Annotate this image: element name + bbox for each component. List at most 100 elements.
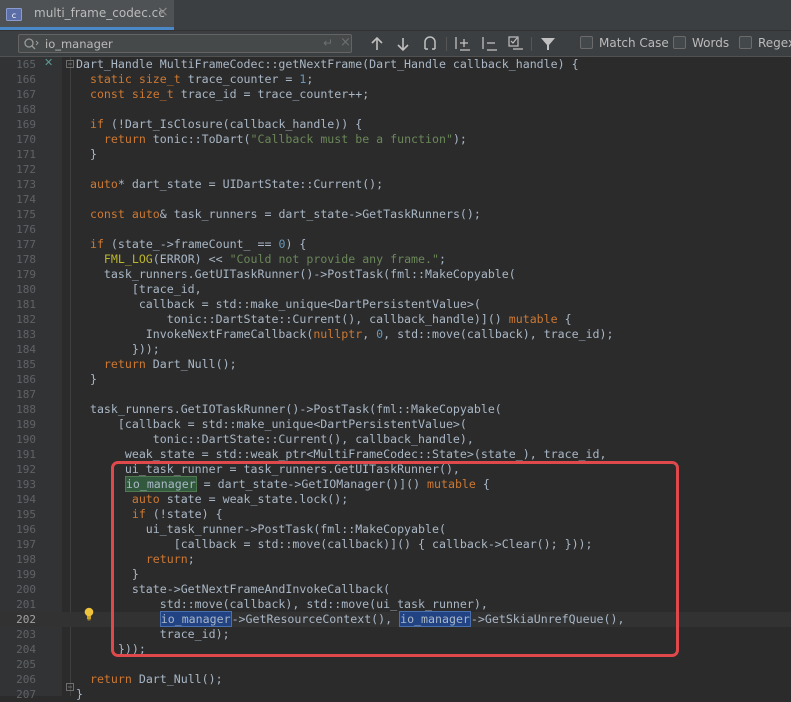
code-line[interactable]: 170 return tonic::ToDart("Callback must … bbox=[0, 132, 791, 147]
line-number: 196 bbox=[16, 523, 36, 536]
code-line[interactable]: 186 } bbox=[0, 372, 791, 387]
code-line[interactable]: 205 bbox=[0, 657, 791, 672]
code-line[interactable]: 179 task_runners.GetUITaskRunner()->Post… bbox=[0, 267, 791, 282]
code-text: FML_LOG(ERROR) << "Could not provide any… bbox=[103, 252, 446, 266]
code-line[interactable]: 187 bbox=[0, 387, 791, 402]
code-line[interactable]: 185 return Dart_Null(); bbox=[0, 357, 791, 372]
code-line[interactable]: 171 } bbox=[0, 147, 791, 162]
code-text: const size_t trace_id = trace_counter++; bbox=[89, 87, 370, 101]
code-line[interactable]: 207} bbox=[0, 687, 791, 702]
search-box[interactable]: ↵ × bbox=[18, 34, 352, 53]
fold-marker-icon[interactable] bbox=[66, 683, 74, 691]
find-bar: ↵ × Match Case Words Regex bbox=[0, 31, 791, 57]
line-number: 169 bbox=[16, 118, 36, 131]
code-text: return Dart_Null(); bbox=[89, 672, 223, 686]
file-tab[interactable]: c multi_frame_codec.cc × bbox=[0, 0, 174, 30]
filter-icon[interactable] bbox=[540, 35, 556, 53]
code-line[interactable]: 190 tonic::DartState::Current(), callbac… bbox=[0, 432, 791, 447]
file-tab-label: multi_frame_codec.cc bbox=[34, 6, 165, 20]
line-number: 200 bbox=[16, 583, 36, 596]
line-number: 193 bbox=[16, 478, 36, 491]
match-case-label: Match Case bbox=[599, 36, 669, 50]
line-number: 207 bbox=[16, 688, 36, 701]
code-line[interactable]: 173 auto* dart_state = UIDartState::Curr… bbox=[0, 177, 791, 192]
line-number: 181 bbox=[16, 298, 36, 311]
add-occurrence-icon[interactable] bbox=[454, 35, 472, 53]
find-all-icon[interactable] bbox=[422, 35, 438, 53]
editor-tab-bar: c multi_frame_codec.cc × bbox=[0, 0, 791, 31]
line-number: 170 bbox=[16, 133, 36, 146]
close-tab-icon[interactable]: × bbox=[157, 4, 169, 20]
line-number: 185 bbox=[16, 358, 36, 371]
highlight-annotation-box bbox=[111, 461, 679, 657]
code-line[interactable]: 182 tonic::DartState::Current(), callbac… bbox=[0, 312, 791, 327]
remove-occurrence-icon[interactable] bbox=[481, 35, 499, 53]
match-case-checkbox[interactable] bbox=[580, 36, 593, 49]
code-line[interactable]: 178 FML_LOG(ERROR) << "Could not provide… bbox=[0, 252, 791, 267]
line-number: 186 bbox=[16, 373, 36, 386]
toolbar-separator bbox=[446, 37, 447, 51]
line-number: 192 bbox=[16, 463, 36, 476]
regex-label: Regex bbox=[758, 36, 791, 50]
regex-checkbox[interactable] bbox=[739, 36, 752, 49]
code-text: return Dart_Null(); bbox=[103, 357, 237, 371]
code-text: tonic::DartState::Current(), callback_ha… bbox=[76, 312, 572, 326]
code-line[interactable]: 165 Dart_Handle MultiFrameCodec::getNextF… bbox=[0, 57, 791, 72]
code-line[interactable]: 183 InvokeNextFrameCallback(nullptr, 0, … bbox=[0, 327, 791, 342]
code-line[interactable]: 184 })); bbox=[0, 342, 791, 357]
code-line[interactable]: 169 if (!Dart_IsClosure(callback_handle)… bbox=[0, 117, 791, 132]
code-line[interactable]: 180 [trace_id, bbox=[0, 282, 791, 297]
words-label: Words bbox=[692, 36, 730, 50]
code-line[interactable]: 181 callback = std::make_unique<DartPers… bbox=[0, 297, 791, 312]
fold-marker-icon[interactable] bbox=[66, 60, 74, 68]
line-number: 206 bbox=[16, 673, 36, 686]
code-line[interactable]: 168 bbox=[0, 102, 791, 117]
code-line[interactable]: 206 return Dart_Null(); bbox=[0, 672, 791, 687]
code-line[interactable]: 188 task_runners.GetIOTaskRunner()->Post… bbox=[0, 402, 791, 417]
line-number: 199 bbox=[16, 568, 36, 581]
newline-icon[interactable]: ↵ bbox=[323, 36, 333, 50]
code-text: [callback = std::make_unique<DartPersist… bbox=[76, 417, 467, 431]
next-occurrence-icon[interactable] bbox=[396, 35, 410, 53]
code-text: static size_t trace_counter = 1; bbox=[89, 72, 314, 86]
code-text: auto* dart_state = UIDartState::Current(… bbox=[89, 177, 384, 191]
line-number: 179 bbox=[16, 268, 36, 281]
line-number: 205 bbox=[16, 658, 36, 671]
line-number: 183 bbox=[16, 328, 36, 341]
code-text: } bbox=[76, 372, 97, 386]
code-text: if (!Dart_IsClosure(callback_handle)) { bbox=[89, 117, 363, 131]
code-text: tonic::DartState::Current(), callback_ha… bbox=[76, 432, 474, 446]
code-line[interactable]: 175 const auto& task_runners = dart_stat… bbox=[0, 207, 791, 222]
code-line[interactable]: 174 bbox=[0, 192, 791, 207]
code-text: if (state_->frameCount_ == 0) { bbox=[89, 237, 307, 251]
code-text: [trace_id, bbox=[76, 282, 202, 296]
line-number: 177 bbox=[16, 238, 36, 251]
line-number: 174 bbox=[16, 193, 36, 206]
code-line[interactable]: 167 const size_t trace_id = trace_counte… bbox=[0, 87, 791, 102]
code-text: task_runners.GetIOTaskRunner()->PostTask… bbox=[76, 402, 502, 416]
svg-text:c: c bbox=[12, 11, 16, 20]
words-checkbox[interactable] bbox=[673, 36, 686, 49]
line-number: 191 bbox=[16, 448, 36, 461]
line-number: 182 bbox=[16, 313, 36, 326]
line-number: 175 bbox=[16, 208, 36, 221]
code-line[interactable]: 176 bbox=[0, 222, 791, 237]
clear-search-icon[interactable]: × bbox=[340, 35, 351, 50]
select-all-occurrences-icon[interactable] bbox=[507, 35, 525, 53]
search-input[interactable] bbox=[45, 36, 315, 51]
code-line[interactable]: 189 [callback = std::make_unique<DartPer… bbox=[0, 417, 791, 432]
code-line[interactable]: 177 if (state_->frameCount_ == 0) { bbox=[0, 237, 791, 252]
code-text: } bbox=[76, 147, 97, 161]
line-number: 190 bbox=[16, 433, 36, 446]
code-line[interactable]: 172 bbox=[0, 162, 791, 177]
code-line[interactable]: 191 weak_state = std::weak_ptr<MultiFram… bbox=[0, 447, 791, 462]
code-line[interactable]: 166 static size_t trace_counter = 1; bbox=[0, 72, 791, 87]
search-icon bbox=[24, 38, 39, 50]
lightbulb-icon[interactable] bbox=[84, 607, 94, 621]
line-number: 166 bbox=[16, 73, 36, 86]
line-number: 167 bbox=[16, 88, 36, 101]
toolbar-separator bbox=[531, 37, 532, 51]
code-text: callback = std::make_unique<DartPersiste… bbox=[76, 297, 481, 311]
previous-occurrence-icon[interactable] bbox=[370, 35, 384, 53]
line-number: 187 bbox=[16, 388, 36, 401]
